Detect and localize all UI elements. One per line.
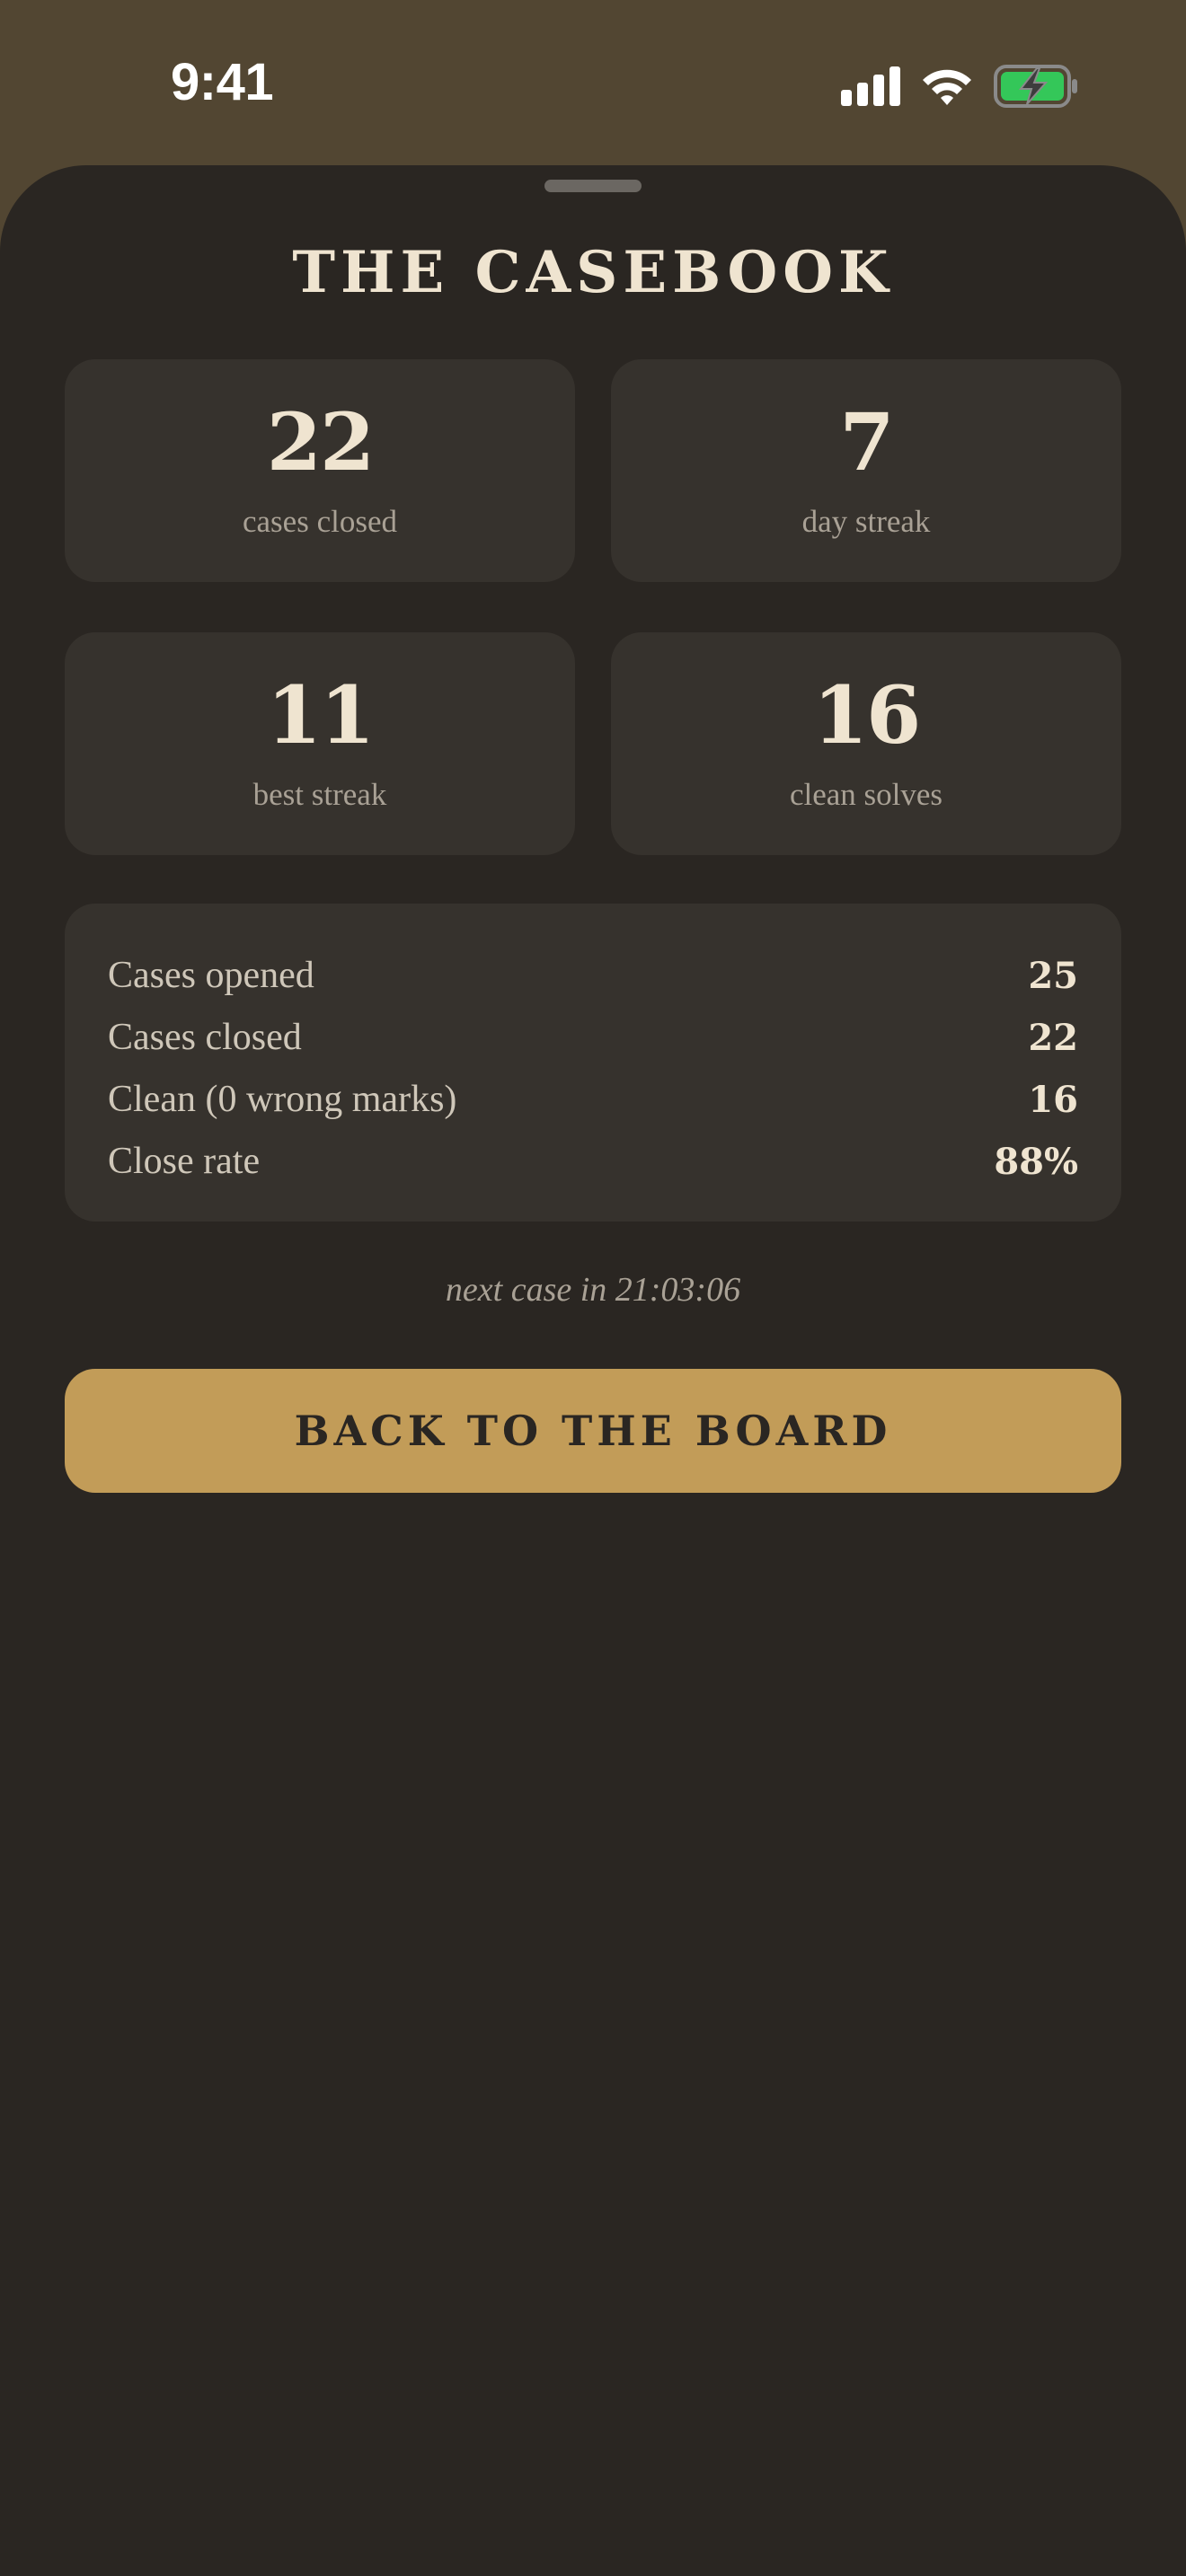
wifi-icon: [923, 69, 971, 105]
summary-row-cases-opened: Cases opened 25: [108, 948, 1078, 1002]
sheet-grabber[interactable]: [544, 180, 642, 192]
summary-row-cases-closed: Cases closed 22: [108, 1010, 1078, 1064]
stat-card-best-streak: 11 best streak: [65, 632, 575, 855]
summary-row-value: 16: [1028, 1078, 1078, 1121]
stat-card-cases-closed: 22 cases closed: [65, 359, 575, 582]
stat-label: cases closed: [242, 504, 397, 539]
stat-value: 11: [266, 668, 375, 762]
next-case-countdown: next case in 21:03:06: [445, 1271, 741, 1309]
stat-label: best streak: [252, 777, 387, 812]
summary-row-close-rate: Close rate 88%: [108, 1134, 1078, 1188]
stat-value: 22: [266, 395, 375, 489]
status-bar: 9:41: [0, 0, 1186, 167]
summary-row-label: Clean (0 wrong marks): [108, 1079, 457, 1120]
summary-row-value: 88%: [994, 1140, 1078, 1183]
status-time: 9:41: [171, 53, 274, 111]
stat-label: clean solves: [789, 777, 943, 812]
summary-row-clean: Clean (0 wrong marks) 16: [108, 1072, 1078, 1126]
summary-row-value: 25: [1028, 954, 1078, 997]
casebook-sheet: THE CASEBOOK 22 cases closed 7 day strea…: [0, 165, 1186, 2576]
sheet-title: THE CASEBOOK: [292, 239, 894, 306]
stat-value: 16: [812, 668, 921, 762]
stat-card-clean-solves: 16 clean solves: [611, 632, 1121, 855]
back-to-board-button[interactable]: BACK TO THE BOARD: [65, 1369, 1121, 1493]
summary-row-value: 22: [1028, 1016, 1078, 1059]
cellular-signal-icon: [841, 66, 900, 106]
status-icons: [841, 63, 1078, 110]
stat-value: 7: [839, 395, 894, 489]
summary-row-label: Close rate: [108, 1141, 261, 1182]
stat-label: day streak: [801, 504, 931, 539]
summary-row-label: Cases opened: [108, 955, 314, 996]
stat-card-day-streak: 7 day streak: [611, 359, 1121, 582]
battery-charging-icon: [994, 65, 1077, 108]
summary-row-label: Cases closed: [108, 1017, 302, 1058]
summary-card: Cases opened 25 Cases closed 22 Clean (0…: [65, 904, 1121, 1222]
